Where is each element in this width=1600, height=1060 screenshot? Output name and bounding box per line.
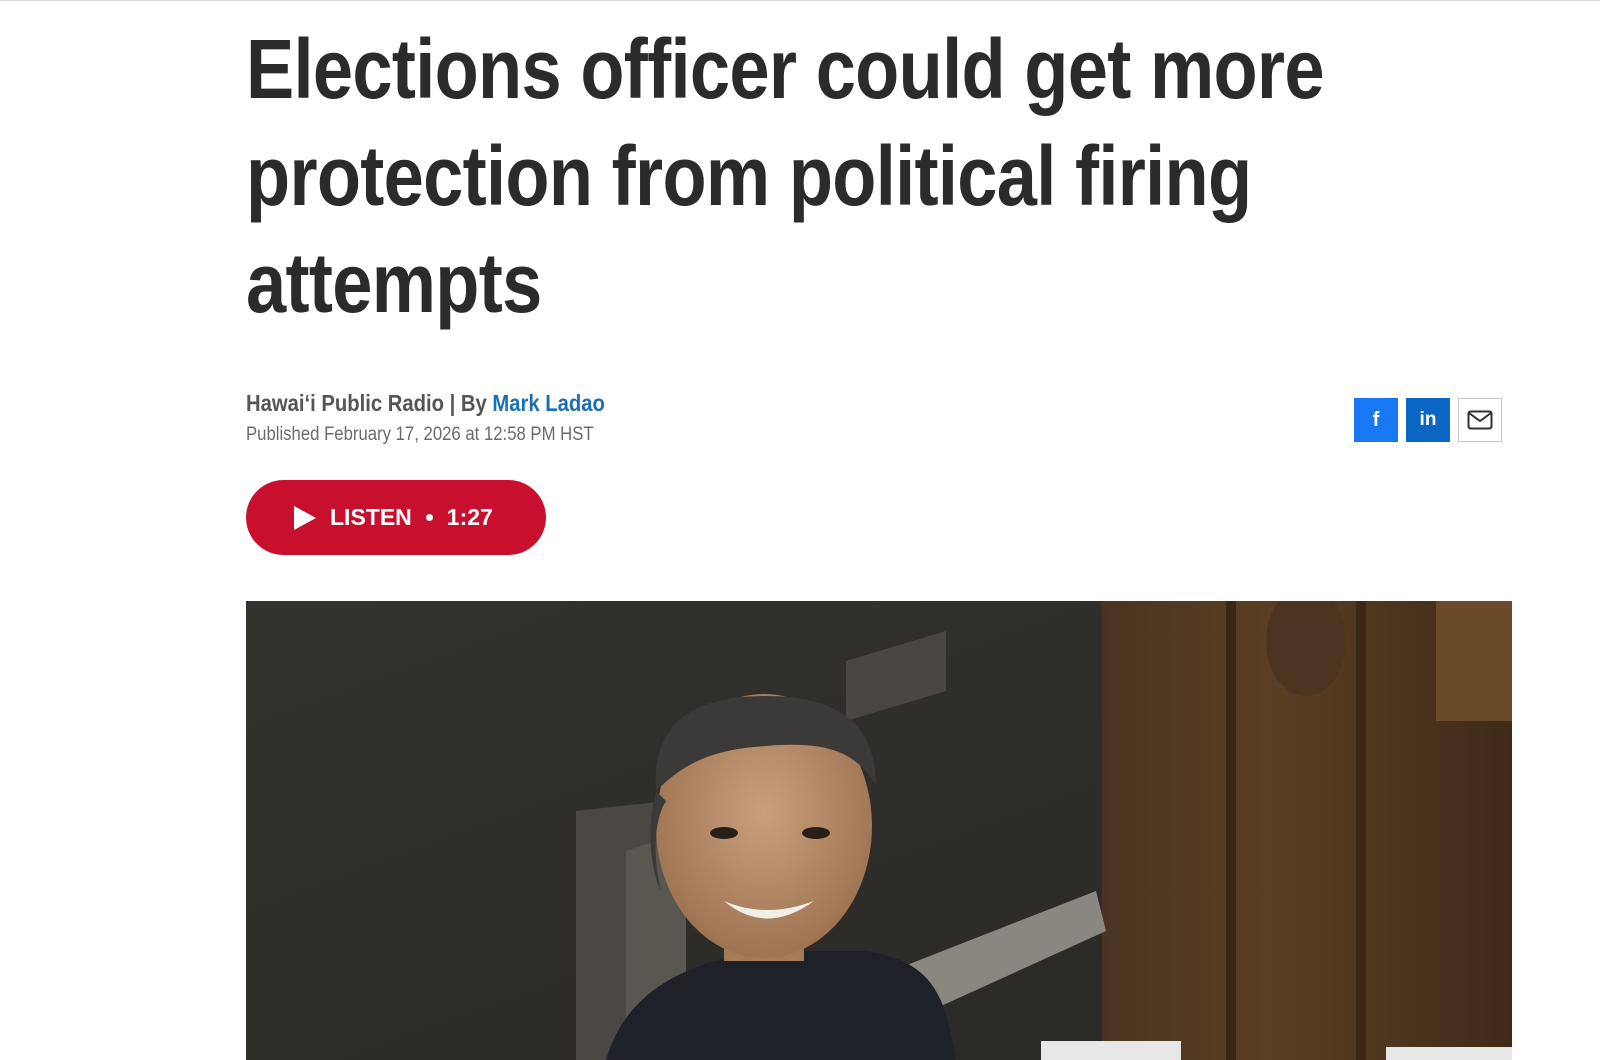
photo-illustration	[246, 601, 1512, 1060]
top-divider	[0, 0, 1600, 1]
play-icon	[294, 505, 316, 530]
article-page: Elections officer could get more protect…	[0, 0, 1600, 1060]
author-link[interactable]: Mark Ladao	[492, 390, 604, 416]
listen-duration: 1:27	[446, 504, 493, 530]
email-share-button[interactable]	[1458, 398, 1502, 442]
mail-icon	[1467, 410, 1493, 430]
facebook-share-button[interactable]: f	[1354, 398, 1398, 442]
listen-button[interactable]: LISTEN 1:27	[246, 480, 546, 555]
separator-dot	[425, 514, 433, 521]
article-headline: Elections officer could get more protect…	[246, 22, 1325, 330]
byline-source: Hawaiʻi Public Radio	[246, 390, 444, 416]
byline: Hawaiʻi Public Radio | By Mark Ladao	[246, 390, 605, 417]
byline-separator: | By	[443, 390, 493, 416]
article-photo	[246, 601, 1512, 1060]
facebook-icon: f	[1372, 408, 1380, 431]
share-buttons: f in	[1354, 398, 1502, 442]
linkedin-icon: in	[1419, 409, 1437, 430]
publish-date: Published February 17, 2026 at 12:58 PM …	[246, 424, 594, 445]
listen-label: LISTEN	[330, 504, 412, 530]
linkedin-share-button[interactable]: in	[1406, 398, 1450, 442]
